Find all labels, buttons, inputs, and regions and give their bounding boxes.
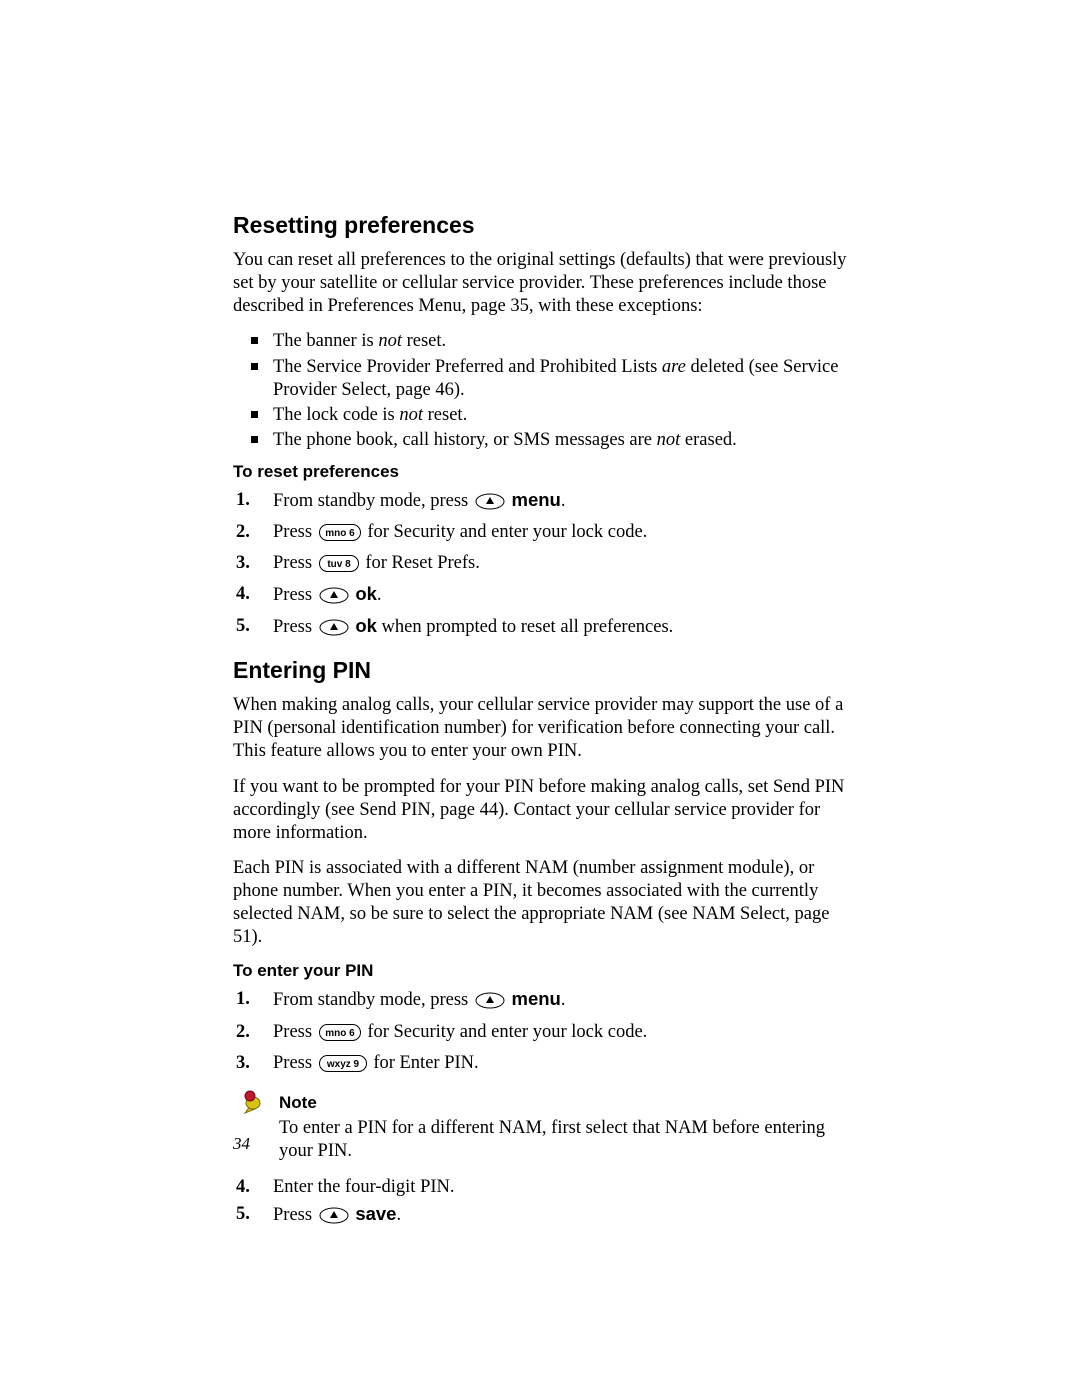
- note-block: Note To enter a PIN for a different NAM,…: [233, 1093, 859, 1163]
- svg-text:mno 6: mno 6: [325, 1028, 355, 1039]
- list-item: 4. Enter the four-digit PIN.: [233, 1175, 859, 1199]
- list-item: 1. From standby mode, press menu.: [233, 987, 859, 1016]
- svg-text:wxyz 9: wxyz 9: [326, 1059, 360, 1070]
- list-item: The phone book, call history, or SMS mes…: [233, 429, 859, 452]
- page-content: Resetting preferences You can reset all …: [233, 212, 859, 1245]
- tuv8-key-icon: tuv 8: [319, 555, 359, 579]
- list-item: 5. Press save.: [233, 1202, 859, 1231]
- body-paragraph: When making analog calls, your cellular …: [233, 694, 859, 763]
- exceptions-list: The banner is not reset. The Service Pro…: [233, 330, 859, 452]
- up-arrow-key-icon: [319, 1207, 349, 1231]
- list-item: 2. Press mno 6 for Security and enter yo…: [233, 520, 859, 548]
- page-number: 34: [233, 1134, 250, 1154]
- list-item: 3. Press tuv 8 for Reset Prefs.: [233, 551, 859, 579]
- enter-pin-steps: 1. From standby mode, press menu. 2. Pre…: [233, 987, 859, 1078]
- up-arrow-key-icon: [475, 992, 505, 1016]
- note-heading: Note: [279, 1093, 859, 1113]
- reset-steps: 1. From standby mode, press menu. 2. Pre…: [233, 488, 859, 643]
- subhead-enter-pin: To enter your PIN: [233, 961, 859, 981]
- heading-resetting: Resetting preferences: [233, 212, 859, 239]
- up-arrow-key-icon: [475, 493, 505, 517]
- subhead-reset-prefs: To reset preferences: [233, 462, 859, 482]
- up-arrow-key-icon: [319, 587, 349, 611]
- list-item: The Service Provider Preferred and Prohi…: [233, 356, 859, 402]
- svg-text:tuv 8: tuv 8: [327, 559, 351, 570]
- list-item: 4. Press ok.: [233, 582, 859, 611]
- list-item: 5. Press ok when prompted to reset all p…: [233, 614, 859, 643]
- pushpin-icon: [235, 1089, 265, 1124]
- note-body: To enter a PIN for a different NAM, firs…: [279, 1117, 859, 1163]
- body-paragraph: If you want to be prompted for your PIN …: [233, 776, 859, 845]
- wxyz9-key-icon: wxyz 9: [319, 1055, 367, 1079]
- intro-paragraph: You can reset all preferences to the ori…: [233, 249, 859, 318]
- up-arrow-key-icon: [319, 619, 349, 643]
- list-item: 1. From standby mode, press menu.: [233, 488, 859, 517]
- list-item: The banner is not reset.: [233, 330, 859, 353]
- list-item: 3. Press wxyz 9 for Enter PIN.: [233, 1051, 859, 1079]
- list-item: 2. Press mno 6 for Security and enter yo…: [233, 1020, 859, 1048]
- mno6-key-icon: mno 6: [319, 1024, 361, 1048]
- heading-entering-pin: Entering PIN: [233, 657, 859, 684]
- enter-pin-steps-cont: 4. Enter the four-digit PIN. 5. Press sa…: [233, 1175, 859, 1231]
- list-item: The lock code is not reset.: [233, 404, 859, 427]
- svg-text:mno 6: mno 6: [325, 528, 355, 539]
- mno6-key-icon: mno 6: [319, 524, 361, 548]
- body-paragraph: Each PIN is associated with a different …: [233, 857, 859, 950]
